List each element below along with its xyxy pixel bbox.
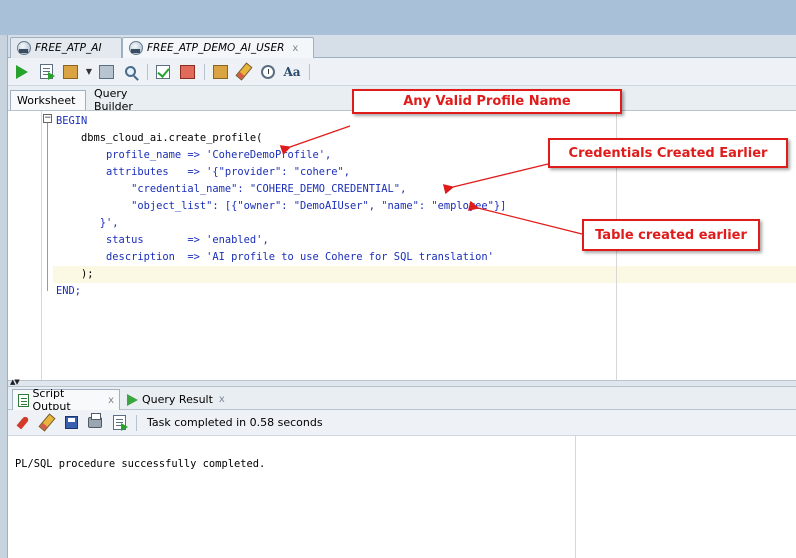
callout-table: Table created earlier bbox=[582, 219, 760, 251]
close-tab-icon[interactable]: x bbox=[292, 43, 298, 54]
rollback-icon[interactable] bbox=[97, 63, 115, 81]
autotrace-icon[interactable] bbox=[121, 63, 139, 81]
toolbar-separator bbox=[136, 414, 137, 431]
eraser-icon[interactable] bbox=[235, 62, 253, 81]
tab-query-result[interactable]: Query Result x bbox=[122, 389, 232, 410]
code-line[interactable]: ); bbox=[56, 266, 506, 283]
pin-icon[interactable] bbox=[14, 414, 32, 432]
print-icon[interactable] bbox=[86, 413, 104, 432]
close-tab-icon[interactable]: x bbox=[219, 394, 225, 405]
output-message: PL/SQL procedure successfully completed. bbox=[15, 458, 266, 470]
code-line[interactable]: profile_name => 'CohereDemoProfile', bbox=[56, 147, 506, 164]
code-line[interactable]: "credential_name": "COHERE_DEMO_CREDENTI… bbox=[56, 181, 506, 198]
history-icon[interactable] bbox=[259, 63, 277, 81]
splitter-arrows-icon[interactable]: ▲▼ bbox=[10, 378, 20, 386]
toolbar-separator bbox=[204, 63, 205, 80]
tab-free-atp-demo-ai-user[interactable]: FREE_ATP_DEMO_AI_USER x bbox=[122, 37, 314, 58]
output-toolbar: Task completed in 0.58 seconds bbox=[8, 410, 796, 436]
run-script-icon[interactable] bbox=[37, 63, 55, 81]
fold-collapse-icon[interactable]: − bbox=[43, 114, 52, 123]
eraser-icon[interactable] bbox=[38, 413, 56, 432]
code-line[interactable]: END; bbox=[56, 283, 506, 300]
toolbar-separator bbox=[309, 63, 310, 80]
tab-script-output[interactable]: Script Output x bbox=[12, 387, 120, 413]
sql-connection-icon bbox=[129, 41, 143, 55]
tab-free-atp-ai[interactable]: FREE_ATP_AI bbox=[10, 37, 122, 58]
code-line[interactable]: BEGIN bbox=[56, 113, 506, 130]
code-line[interactable]: status => 'enabled', bbox=[56, 232, 506, 249]
tab-query-builder[interactable]: Query Builder bbox=[88, 87, 172, 113]
dropdown-caret-icon[interactable]: ▼ bbox=[85, 63, 93, 81]
explain-plan-icon[interactable] bbox=[154, 63, 172, 81]
sql-connection-icon bbox=[17, 41, 31, 55]
script-output-area[interactable] bbox=[8, 436, 796, 558]
close-tab-icon[interactable]: x bbox=[108, 395, 114, 406]
code-line[interactable]: description => 'AI profile to use Cohere… bbox=[56, 249, 506, 266]
window-title-strip bbox=[0, 0, 796, 35]
left-dock-gutter bbox=[0, 35, 8, 558]
save-icon[interactable] bbox=[62, 414, 80, 432]
clear-icon[interactable] bbox=[178, 63, 196, 81]
tab-label: FREE_ATP_AI bbox=[35, 42, 102, 54]
toolbar-separator bbox=[147, 63, 148, 80]
code-line[interactable]: "object_list": [{"owner": "DemoAIUser", … bbox=[56, 198, 506, 215]
query-result-icon bbox=[127, 393, 138, 406]
code-line[interactable]: }', bbox=[56, 215, 506, 232]
callout-credentials: Credentials Created Earlier bbox=[548, 138, 788, 168]
commit-icon[interactable] bbox=[61, 63, 79, 81]
format-case-icon[interactable]: Aa bbox=[283, 63, 301, 81]
output-tab-bar: Script Output x Query Result x bbox=[8, 387, 796, 413]
callout-profile-name: Any Valid Profile Name bbox=[352, 89, 622, 114]
code-line[interactable]: attributes => '{"provider": "cohere", bbox=[56, 164, 506, 181]
script-output-icon bbox=[18, 393, 30, 407]
fold-guide bbox=[47, 123, 48, 291]
sql-tuning-icon[interactable] bbox=[211, 63, 229, 81]
tab-worksheet[interactable]: Worksheet bbox=[10, 90, 86, 110]
code-line[interactable]: dbms_cloud_ai.create_profile( bbox=[56, 130, 506, 147]
run-statement-icon[interactable] bbox=[13, 63, 31, 81]
output-margin-guide bbox=[575, 436, 576, 558]
document-tab-bar: FREE_ATP_AI FREE_ATP_DEMO_AI_USER x bbox=[8, 35, 796, 58]
run-script-icon[interactable] bbox=[110, 414, 128, 432]
code-block[interactable]: BEGIN dbms_cloud_ai.create_profile( prof… bbox=[56, 113, 506, 300]
tab-label: FREE_ATP_DEMO_AI_USER bbox=[147, 42, 285, 54]
panel-splitter[interactable] bbox=[8, 380, 796, 387]
line-gutter bbox=[8, 111, 42, 380]
worksheet-toolbar: ▼ Aa bbox=[8, 58, 796, 86]
task-status-text: Task completed in 0.58 seconds bbox=[147, 416, 323, 429]
tab-label: Query Result bbox=[142, 393, 213, 406]
